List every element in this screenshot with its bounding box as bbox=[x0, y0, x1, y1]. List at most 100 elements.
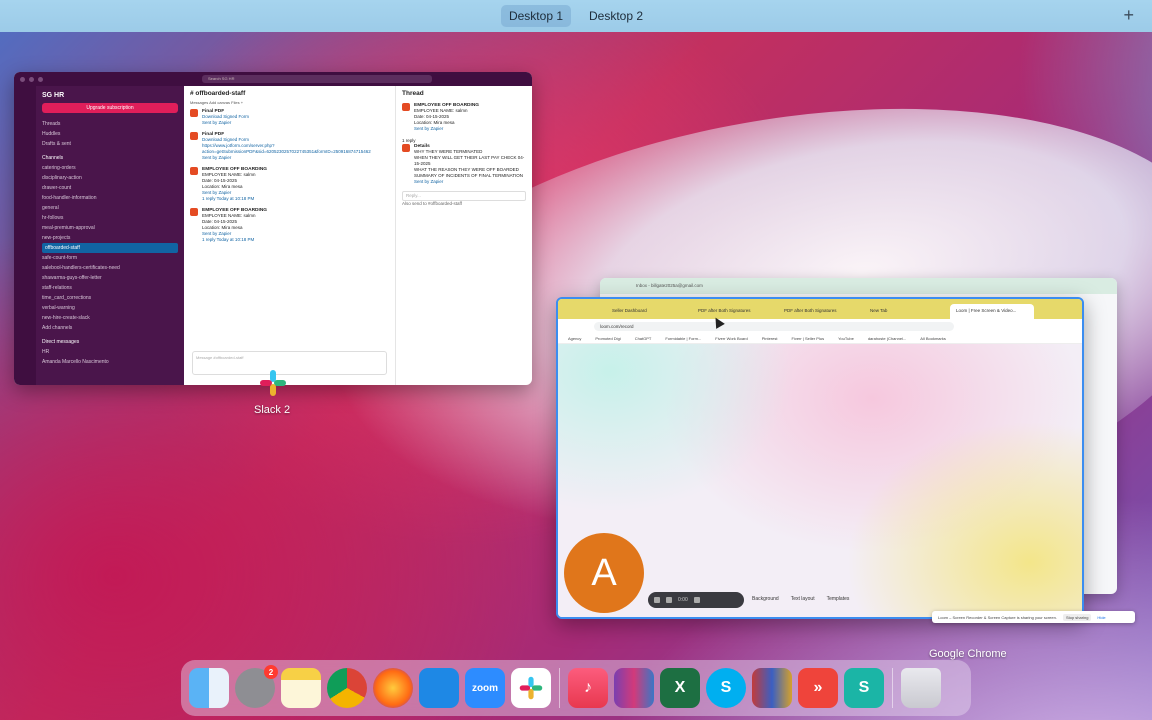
trash-icon[interactable] bbox=[901, 668, 941, 708]
vscode-icon[interactable] bbox=[419, 668, 459, 708]
channel-item[interactable]: salebool-handlers-certificates-need bbox=[42, 263, 178, 273]
channel-tabs[interactable]: Messages Add canvas Files + bbox=[190, 100, 389, 105]
message-link[interactable]: https://www.jotform.com/server.php?actio… bbox=[202, 143, 389, 155]
slack-icon bbox=[519, 676, 543, 700]
channel-item[interactable]: new-hire-create-slack bbox=[42, 313, 178, 323]
thread-message[interactable]: EMPLOYEE OFF BOARDING EMPLOYEE NAME: sal… bbox=[402, 103, 526, 132]
pause-icon[interactable] bbox=[654, 597, 660, 603]
bookmark-item[interactable]: Fiverr | Seller Plus bbox=[791, 336, 824, 341]
message[interactable]: EMPLOYEE OFF BOARDING EMPLOYEE NAME: sal… bbox=[190, 167, 389, 202]
system-settings-icon[interactable]: 2 bbox=[235, 665, 278, 708]
archive-icon[interactable] bbox=[752, 668, 792, 708]
slack-search-input[interactable]: Search SG HR bbox=[202, 75, 432, 83]
channel-item[interactable]: food-handler-information bbox=[42, 193, 178, 203]
channel-item[interactable]: hr-follows bbox=[42, 213, 178, 223]
loom-camera-bubble[interactable]: A bbox=[564, 533, 644, 613]
slack-rail bbox=[14, 86, 36, 385]
channel-item[interactable]: time_card_corrections bbox=[42, 293, 178, 303]
music-icon[interactable]: ♪ bbox=[568, 668, 608, 708]
bookmark-item[interactable]: darahoste (Channel... bbox=[868, 336, 906, 341]
reply-link[interactable]: 1 reply Today at 10:18 PM bbox=[202, 237, 267, 243]
restart-icon[interactable] bbox=[666, 597, 672, 603]
thread-reply-input[interactable]: Reply... bbox=[402, 191, 526, 201]
notes-icon[interactable] bbox=[281, 668, 321, 708]
skype-icon[interactable]: S bbox=[706, 668, 746, 708]
sidebar-item-drafts[interactable]: Drafts & sent bbox=[42, 139, 178, 149]
slack-icon[interactable] bbox=[258, 368, 288, 398]
desktop-2-space[interactable]: Desktop 2 bbox=[581, 5, 651, 27]
background-option[interactable]: Background bbox=[752, 596, 779, 602]
chrome-tab[interactable]: Seller Dashboard bbox=[606, 304, 690, 319]
channel-item[interactable]: verbal-warning bbox=[42, 303, 178, 313]
upgrade-button[interactable]: Upgrade subscription bbox=[42, 103, 178, 113]
address-bar[interactable]: loom.com/record bbox=[594, 321, 954, 331]
channel-item[interactable]: disciplinary-action bbox=[42, 173, 178, 183]
minimize-dot[interactable] bbox=[29, 76, 34, 82]
also-send-checkbox[interactable]: Also send to #offboarded-staff bbox=[402, 201, 526, 207]
hide-button[interactable]: Hide bbox=[1097, 615, 1105, 620]
message-line: Sent by Zapier bbox=[202, 155, 232, 160]
add-space-button[interactable]: + bbox=[1123, 5, 1134, 26]
channel-item[interactable]: meal-premium-approval bbox=[42, 223, 178, 233]
dock-separator bbox=[892, 668, 893, 708]
chrome-icon[interactable] bbox=[327, 668, 367, 708]
bookmark-item[interactable]: Agency bbox=[568, 336, 581, 341]
message-line: Sent by Zapier bbox=[414, 179, 444, 184]
bookmark-item[interactable]: Formidable | Form... bbox=[665, 336, 701, 341]
channel-item[interactable]: safe-count-form bbox=[42, 253, 178, 263]
channel-item[interactable]: general bbox=[42, 203, 178, 213]
text-layout-option[interactable]: Text layout bbox=[791, 596, 815, 602]
chrome-tab[interactable]: PDF after Both Signatures bbox=[692, 304, 776, 319]
stop-sharing-button[interactable]: Stop sharing bbox=[1062, 613, 1092, 621]
add-channels-button[interactable]: Add channels bbox=[42, 323, 178, 333]
reply-link[interactable]: 1 reply Today at 10:18 PM bbox=[202, 196, 267, 202]
close-dot[interactable] bbox=[20, 76, 25, 82]
templates-option[interactable]: Templates bbox=[827, 596, 850, 602]
dm-header[interactable]: Direct messages bbox=[42, 337, 178, 347]
slack-window[interactable]: Search SG HR SG HR Upgrade subscription … bbox=[14, 72, 532, 385]
channel-title[interactable]: # offboarded-staff bbox=[190, 90, 389, 97]
dm-item[interactable]: HR bbox=[42, 347, 178, 357]
zoom-dot[interactable] bbox=[38, 76, 43, 82]
winrar-icon[interactable] bbox=[614, 668, 654, 708]
bookmark-item[interactable]: YouTube bbox=[838, 336, 854, 341]
channel-item-active[interactable]: offboarded-staff bbox=[42, 243, 178, 253]
channel-item[interactable]: drawer-count bbox=[42, 183, 178, 193]
desktop-1-space[interactable]: Desktop 1 bbox=[500, 5, 571, 27]
slack-dock-icon[interactable] bbox=[511, 668, 551, 708]
chrome-tab[interactable]: New Tab bbox=[864, 304, 948, 319]
bookmark-item[interactable]: ChatGPT bbox=[635, 336, 652, 341]
sidebar-item-huddles[interactable]: Huddles bbox=[42, 129, 178, 139]
delete-icon[interactable] bbox=[693, 597, 700, 603]
chrome-tab[interactable]: PDF after Both Signatures bbox=[778, 304, 862, 319]
all-bookmarks[interactable]: All Bookmarks bbox=[920, 336, 946, 341]
zoom-icon[interactable]: zoom bbox=[465, 668, 505, 708]
firefox-icon[interactable] bbox=[373, 668, 413, 708]
chrome-back-tab[interactable]: Inbox - billgate2025a@gmail.com bbox=[600, 278, 1117, 294]
bookmark-item[interactable]: Fiverr Work Board bbox=[715, 336, 747, 341]
message[interactable]: Final PDF Download Signed Form https://w… bbox=[190, 132, 389, 161]
app-avatar bbox=[190, 167, 198, 175]
slack-window-label: Slack 2 bbox=[254, 404, 291, 416]
message[interactable]: EMPLOYEE OFF BOARDING EMPLOYEE NAME: sal… bbox=[190, 208, 389, 243]
thread-message[interactable]: Details WHY THEY WERE TERMINATED WHEN TH… bbox=[402, 144, 526, 185]
chrome-tab-strip: Seller Dashboard PDF after Both Signatur… bbox=[558, 299, 1082, 319]
bookmark-item[interactable]: Pinterest bbox=[762, 336, 778, 341]
channel-item[interactable]: catering-orders bbox=[42, 163, 178, 173]
channel-item[interactable]: new-projects bbox=[42, 233, 178, 243]
rec-time: 0:00 bbox=[678, 597, 688, 603]
dm-item[interactable]: Amanda Marcello Nascimento bbox=[42, 357, 178, 367]
chrome-tab-active[interactable]: Loom | Free Screen & Video... bbox=[950, 304, 1034, 319]
message[interactable]: Final PDF Download Signed Form Sent by Z… bbox=[190, 109, 389, 126]
excel-icon[interactable]: X bbox=[660, 668, 700, 708]
channel-item[interactable]: shawarma-guys-offer-letter bbox=[42, 273, 178, 283]
workspace-name[interactable]: SG HR bbox=[42, 92, 178, 99]
sidebar-item-threads[interactable]: Threads bbox=[42, 119, 178, 129]
channel-item[interactable]: staff-relations bbox=[42, 283, 178, 293]
anydesk-icon[interactable]: » bbox=[798, 668, 838, 708]
channels-header[interactable]: Channels bbox=[42, 153, 178, 163]
finder-icon[interactable] bbox=[189, 668, 229, 708]
bookmark-item[interactable]: Promoted Digi bbox=[595, 336, 620, 341]
surfshark-icon[interactable]: S bbox=[844, 668, 884, 708]
message-composer[interactable]: Message #offboarded-staff bbox=[192, 351, 387, 375]
